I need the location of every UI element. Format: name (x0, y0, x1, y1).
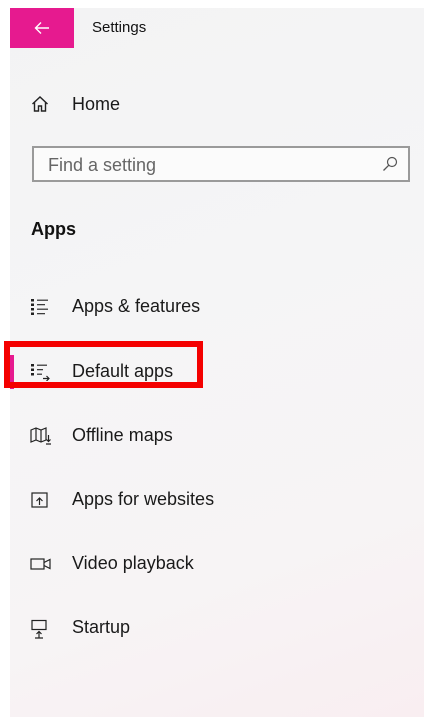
nav-item-label: Apps for websites (72, 489, 215, 509)
section-title: Apps (31, 219, 76, 239)
nav-item-label: Offline maps (72, 425, 173, 445)
window-title: Settings (92, 19, 147, 36)
home-link[interactable]: Home (10, 88, 424, 120)
back-arrow-icon (34, 21, 50, 35)
search-box[interactable] (32, 146, 410, 182)
title-bar: Settings (10, 8, 424, 48)
offline-maps-icon (30, 427, 52, 445)
back-button[interactable] (10, 8, 74, 48)
startup-icon (30, 619, 50, 639)
home-icon (31, 95, 49, 113)
nav-item-apps-for-websites[interactable]: Apps for websites (10, 480, 424, 520)
nav-item-label: Startup (72, 617, 131, 637)
nav-item-label: Video playback (72, 553, 194, 573)
video-playback-icon (30, 555, 52, 573)
apps-for-websites-icon (30, 491, 50, 509)
search-input[interactable] (46, 152, 370, 178)
annotation-highlight-box (4, 341, 203, 388)
nav-item-startup[interactable]: Startup (10, 608, 424, 648)
nav-item-apps-features[interactable]: Apps & features (10, 287, 424, 327)
nav-item-video-playback[interactable]: Video playback (10, 544, 424, 584)
nav-item-offline-maps[interactable]: Offline maps (10, 416, 424, 456)
nav-item-label: Apps & features (72, 296, 201, 316)
search-icon[interactable] (382, 156, 398, 172)
apps-features-icon (30, 298, 50, 316)
home-label: Home (72, 94, 121, 114)
